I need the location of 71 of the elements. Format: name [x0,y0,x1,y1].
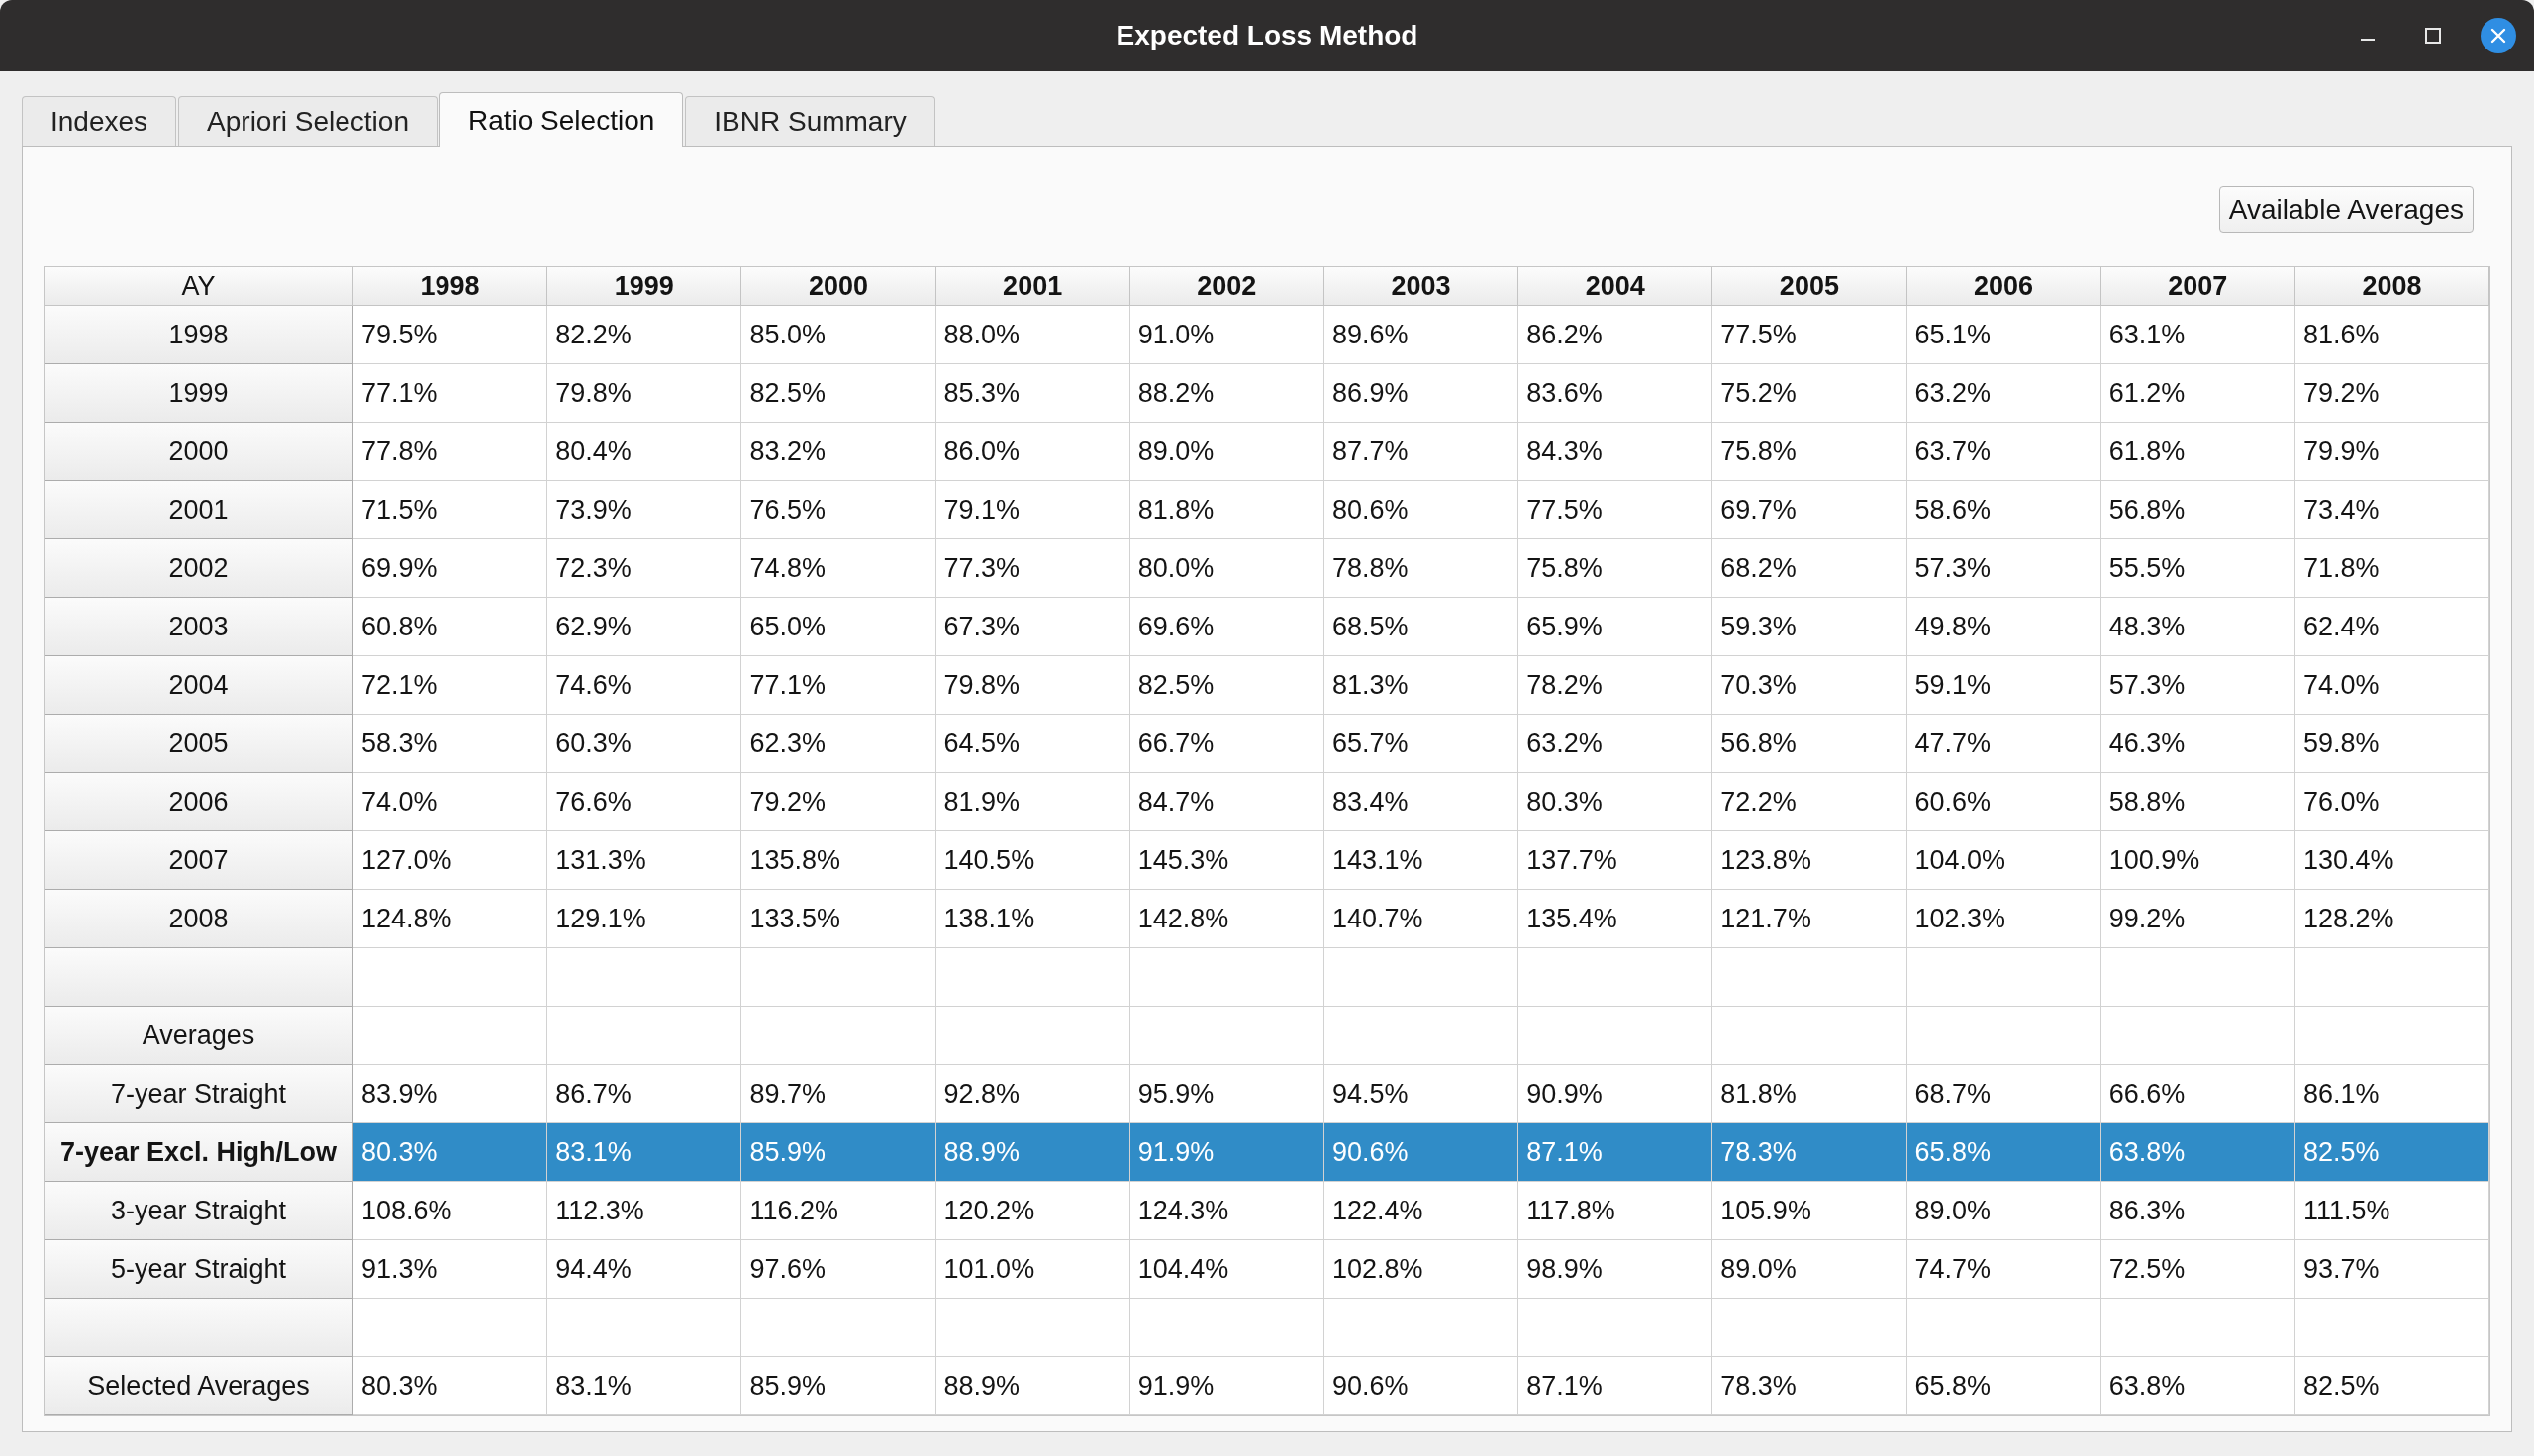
available-averages-button[interactable]: Available Averages [2218,186,2474,233]
column-header[interactable]: 2001 [935,267,1130,306]
table-cell: 87.1% [1518,1357,1713,1415]
table-cell: 83.1% [547,1357,742,1415]
table-row[interactable]: 80.3% 83.1% 85.9% 88.9% 91.9% 90.6% 87.1% 78.3% 65.8% 63.8% 82.5% [353,1357,2489,1415]
table-row[interactable]: 91.3% 94.4% 97.6% 101.0% 104.4% 102.8% 98.9% 89.0% 74.7% 72.5% 93.7% [353,1240,2489,1299]
column-header[interactable]: 2006 [1906,267,2101,306]
table-row[interactable]: 127.0% 131.3% 135.8% 140.5% 145.3% 143.1% 137.7% 123.8% 104.0% 100.9% 130.4% [353,831,2489,890]
column-header[interactable]: 2008 [2294,267,2490,306]
row-header[interactable]: 2006 [45,773,353,831]
table-row[interactable]: 77.1% 79.8% 82.5% 85.3% 88.2% 86.9% 83.6% 75.2% 63.2% 61.2% 79.2% [353,364,2489,423]
table-row[interactable]: 69.9% 72.3% 74.8% 77.3% 80.0% 78.8% 75.8% 68.2% 57.3% 55.5% 71.8% [353,539,2489,598]
row-header[interactable]: 5-year Straight [45,1240,353,1299]
close-button[interactable] [2481,18,2516,53]
table-row[interactable]: 124.8% 129.1% 133.5% 138.1% 142.8% 140.7% 135.4% 121.7% 102.3% 99.2% 128.2% [353,890,2489,948]
column-header[interactable]: 1999 [547,267,742,306]
row-header[interactable]: 2005 [45,715,353,773]
table-row[interactable]: 80.3% 83.1% 85.9% 88.9% 91.9% 90.6% 87.1% 78.3% 65.8% 63.8% 82.5% [353,1123,2489,1182]
tab[interactable]: Apriori Selection [178,96,438,146]
tab[interactable]: Ratio Selection [439,92,684,147]
row-header[interactable]: 3-year Straight [45,1182,353,1240]
table-cell: 63.8% [2100,1357,2295,1415]
table-row[interactable] [353,1299,2489,1357]
table-row[interactable]: 72.1% 74.6% 77.1% 79.8% 82.5% 81.3% 78.2% 70.3% 59.1% 57.3% 74.0% [353,656,2489,715]
row-header[interactable]: Selected Averages [45,1357,353,1415]
row-header[interactable]: 2003 [45,598,353,656]
table-row[interactable]: 108.6% 112.3% 116.2% 120.2% 124.3% 122.4% 117.8% 105.9% 89.0% 86.3% 111.5% [353,1182,2489,1240]
table-cell: 88.9% [935,1357,1130,1415]
table-row[interactable]: 74.0% 76.6% 79.2% 81.9% 84.7% 83.4% 80.3% 72.2% 60.6% 58.8% 76.0% [353,773,2489,831]
column-header[interactable]: 2002 [1129,267,1324,306]
table-cell: 78.3% [1712,1357,1907,1415]
table-row[interactable]: 79.5% 82.2% 85.0% 88.0% 91.0% 89.6% 86.2% 77.5% 65.1% 63.1% 81.6% [353,306,2489,364]
row-header[interactable]: 2002 [45,539,353,598]
table-row[interactable]: 71.5% 73.9% 76.5% 79.1% 81.8% 80.6% 77.5% 69.7% 58.6% 56.8% 73.4% [353,481,2489,539]
table-row[interactable]: 58.3% 60.3% 62.3% 64.5% 66.7% 65.7% 63.2% 56.8% 47.7% 46.3% 59.8% [353,715,2489,773]
column-header[interactable]: 1998 [353,267,548,306]
column-header[interactable]: 2000 [741,267,936,306]
row-header[interactable]: Averages [45,1007,353,1065]
table-row[interactable]: 83.9% 86.7% 89.7% 92.8% 95.9% 94.5% 90.9% 81.8% 68.7% 66.6% 86.1% [353,1065,2489,1123]
table-row[interactable]: 77.8% 80.4% 83.2% 86.0% 89.0% 87.7% 84.3% 75.8% 63.7% 61.8% 79.9% [353,423,2489,481]
tab[interactable]: Indexes [22,96,177,146]
corner-header: AY [45,267,353,306]
window-title: Expected Loss Method [1116,19,1418,52]
row-header[interactable]: 1999 [45,364,353,423]
column-header[interactable]: 2005 [1712,267,1907,306]
row-header[interactable]: 2007 [45,831,353,890]
row-header[interactable]: 2001 [45,481,353,539]
row-header[interactable]: 2004 [45,656,353,715]
row-header[interactable]: 2008 [45,890,353,948]
row-header[interactable]: 2000 [45,423,353,481]
column-header[interactable]: 2003 [1323,267,1519,306]
row-header[interactable] [45,1299,353,1357]
close-icon [2481,18,2516,53]
table-cell: 80.3% [353,1357,548,1415]
table-cell: 91.9% [1129,1357,1324,1415]
tab[interactable]: IBNR Summary [685,96,935,146]
row-header[interactable] [45,948,353,1007]
minimize-icon [2361,39,2375,41]
column-header[interactable]: 2007 [2100,267,2295,306]
row-header[interactable]: 1998 [45,306,353,364]
table-cell: 85.9% [741,1357,936,1415]
column-header[interactable]: 2004 [1518,267,1713,306]
table-cell: 90.6% [1323,1357,1519,1415]
maximize-icon [2425,28,2441,44]
table-cell: 65.8% [1906,1357,2101,1415]
table-row[interactable] [353,1007,2489,1065]
table-cell: 82.5% [2294,1357,2490,1415]
table-row[interactable] [353,948,2489,1007]
table-row[interactable]: 60.8% 62.9% 65.0% 67.3% 69.6% 68.5% 65.9% 59.3% 49.8% 48.3% 62.4% [353,598,2489,656]
row-header[interactable]: 7-year Excl. High/Low [45,1123,353,1182]
row-header[interactable]: 7-year Straight [45,1065,353,1123]
